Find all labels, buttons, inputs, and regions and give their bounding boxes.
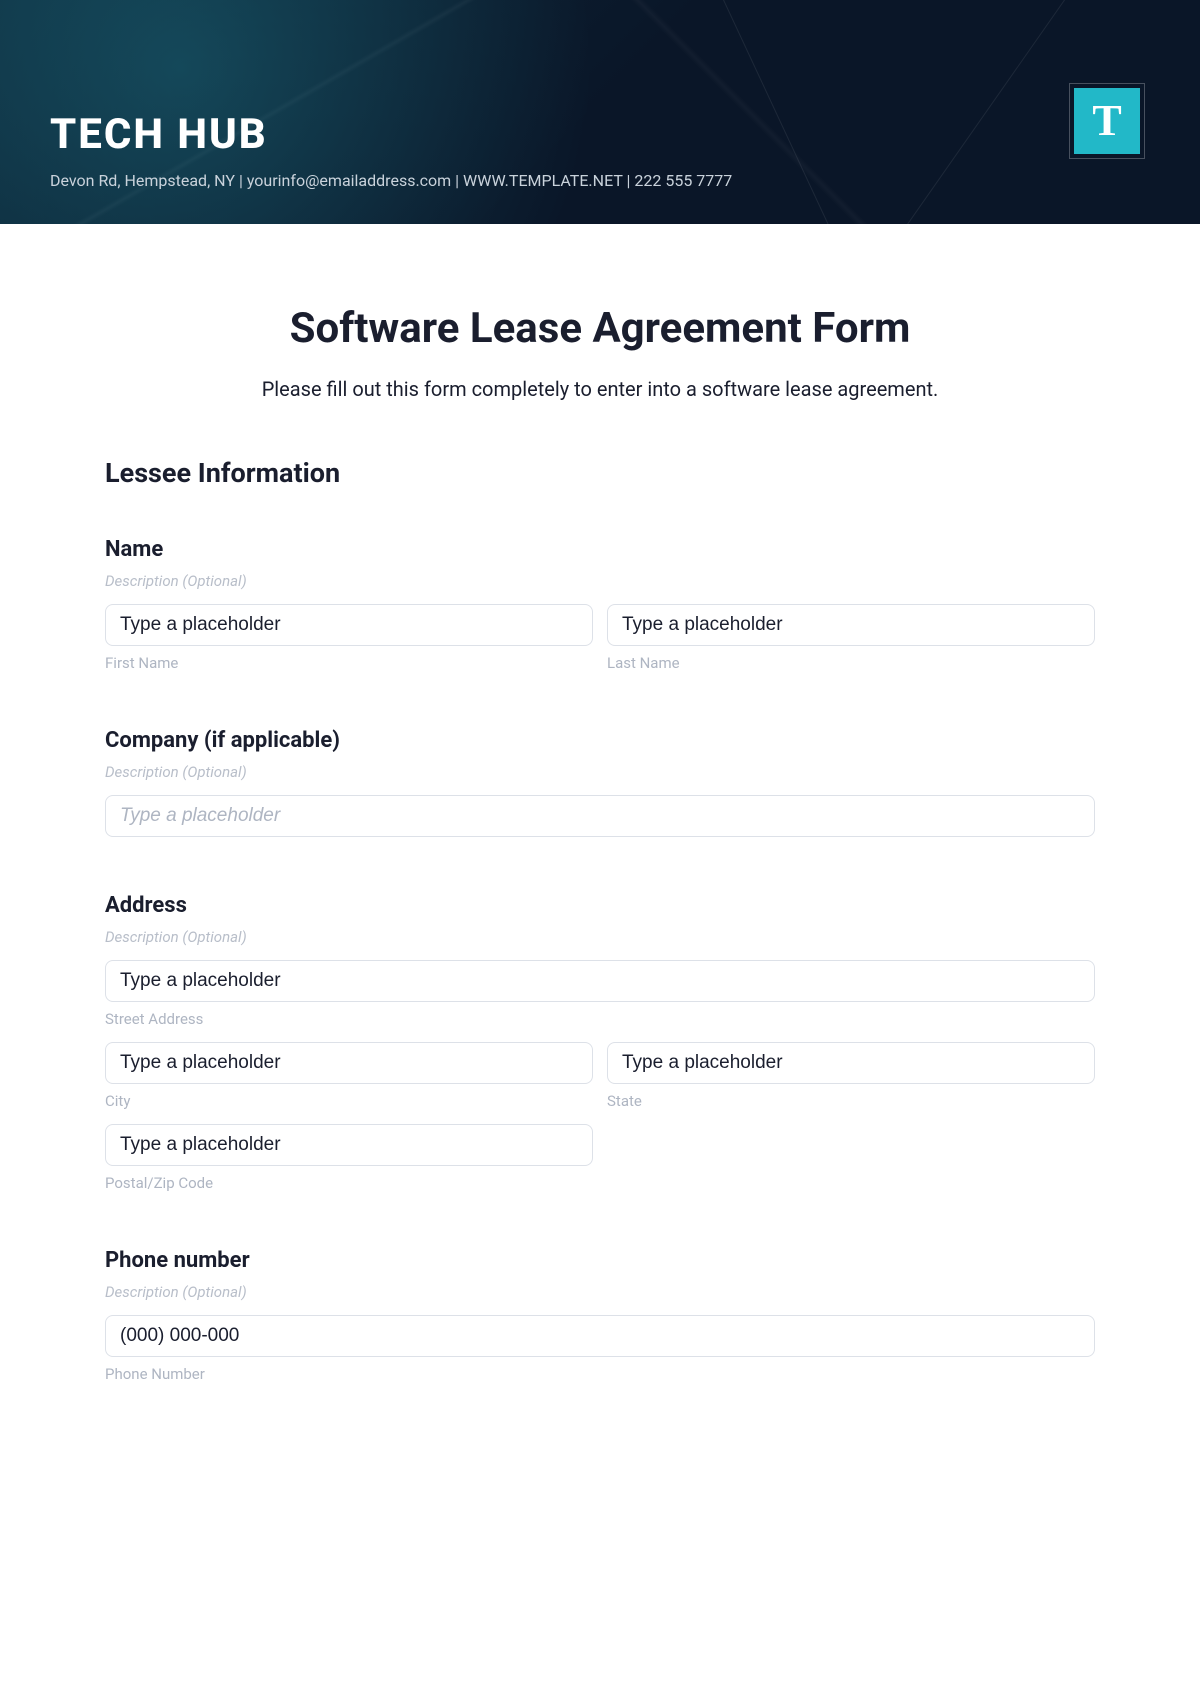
last-name-sublabel: Last Name [607,654,1095,672]
state-sublabel: State [607,1092,1095,1110]
page-subtitle: Please fill out this form completely to … [105,377,1095,401]
logo-letter: T [1092,99,1121,143]
state-input[interactable] [607,1042,1095,1084]
first-name-input[interactable] [105,604,593,646]
phone-input[interactable] [105,1315,1095,1357]
lessee-section-heading: Lessee Information [105,457,1095,489]
last-name-input[interactable] [607,604,1095,646]
name-field-block: Name Description (Optional) First Name L… [105,537,1095,672]
document-header: TECH HUB Devon Rd, Hempstead, NY | youri… [0,0,1200,224]
street-address-sublabel: Street Address [105,1010,1095,1028]
company-description: Description (Optional) [105,763,1095,781]
brand-contact-line: Devon Rd, Hempstead, NY | yourinfo@email… [50,171,1150,190]
city-input[interactable] [105,1042,593,1084]
name-label: Name [105,537,1095,562]
brand-logo: T [1074,88,1140,154]
phone-sublabel: Phone Number [105,1365,1095,1383]
city-sublabel: City [105,1092,593,1110]
postal-code-input[interactable] [105,1124,593,1166]
address-field-block: Address Description (Optional) Street Ad… [105,893,1095,1192]
form-content: Software Lease Agreement Form Please fil… [0,224,1200,1403]
brand-title: TECH HUB [50,110,1150,159]
first-name-sublabel: First Name [105,654,593,672]
address-label: Address [105,893,1095,918]
name-description: Description (Optional) [105,572,1095,590]
street-address-input[interactable] [105,960,1095,1002]
phone-label: Phone number [105,1248,1095,1273]
address-description: Description (Optional) [105,928,1095,946]
postal-code-sublabel: Postal/Zip Code [105,1174,593,1192]
company-label: Company (if applicable) [105,728,1095,753]
company-field-block: Company (if applicable) Description (Opt… [105,728,1095,837]
page-title: Software Lease Agreement Form [105,304,1095,353]
phone-field-block: Phone number Description (Optional) Phon… [105,1248,1095,1383]
company-input[interactable] [105,795,1095,837]
phone-description: Description (Optional) [105,1283,1095,1301]
